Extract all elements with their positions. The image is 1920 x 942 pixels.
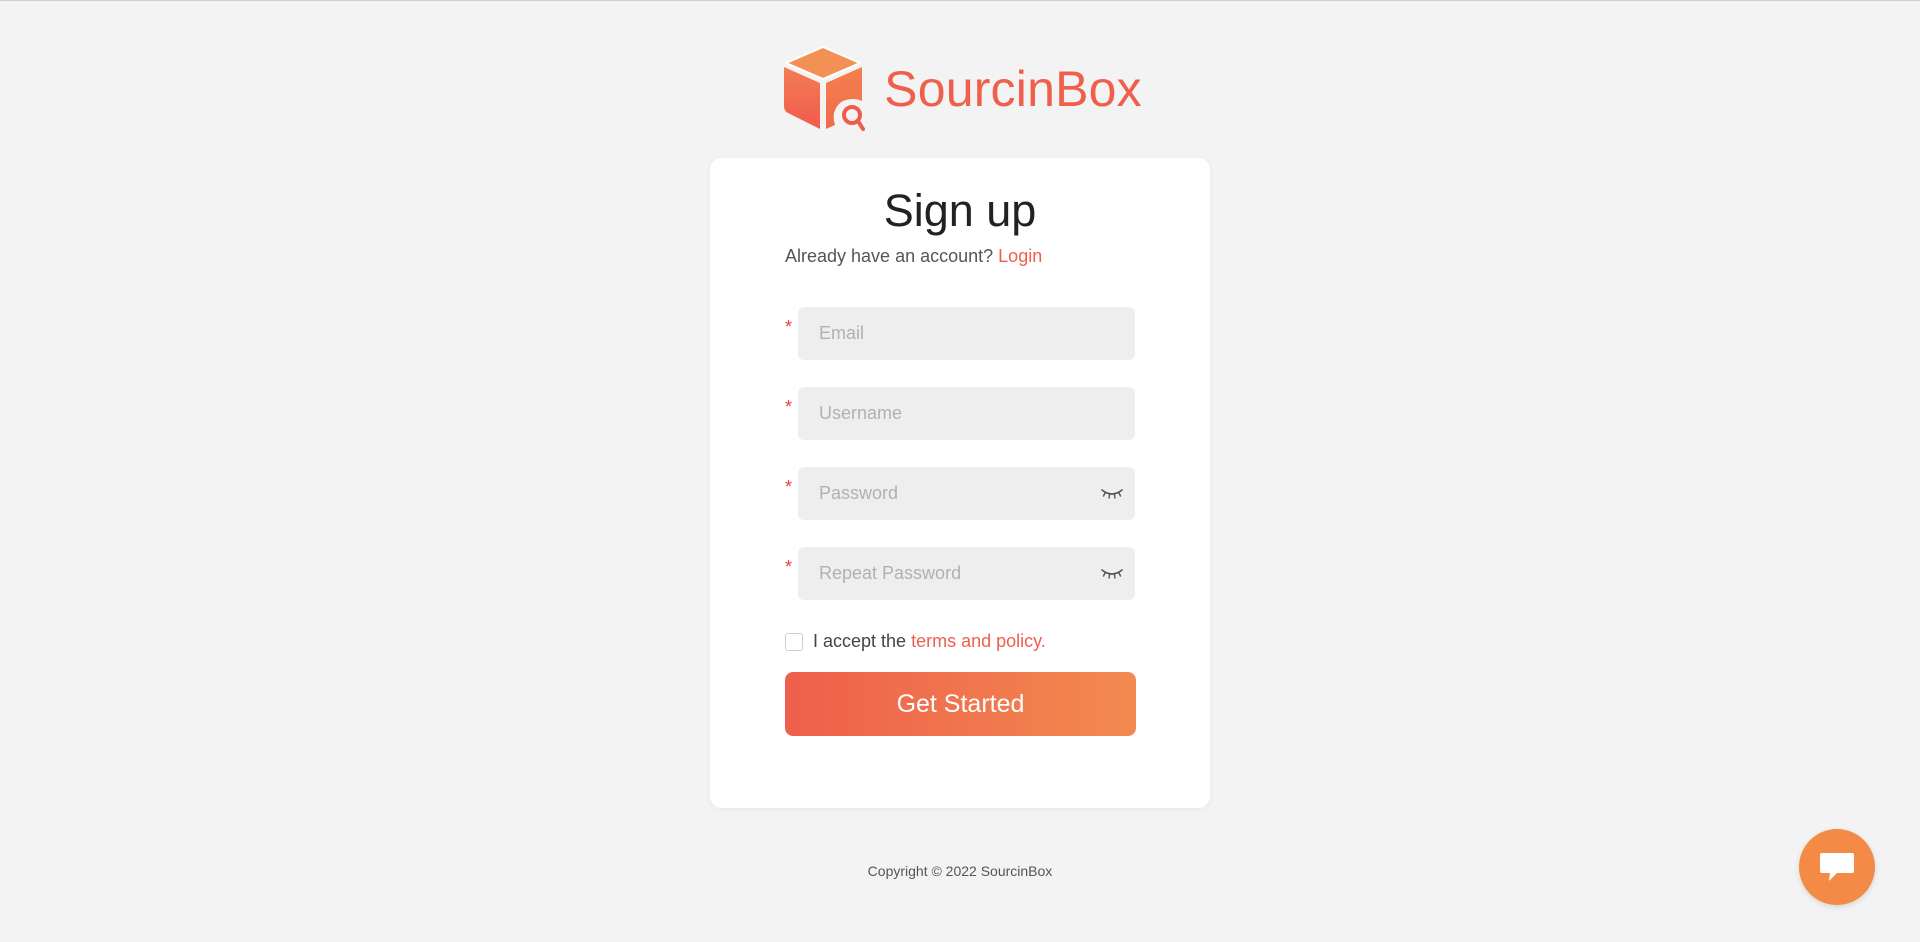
repeat-password-input[interactable] [798,547,1135,600]
email-input[interactable] [798,307,1135,360]
page-title: Sign up [883,185,1037,236]
required-marker: * [785,557,793,577]
login-prompt-line: Already have an account? Login [785,246,1042,267]
cube-search-icon [784,46,866,131]
brand-logo-group: SourcinBox [778,43,1142,133]
eye-closed-icon[interactable] [1100,564,1124,582]
chat-bubble-icon [1820,853,1854,881]
repeat-password-row: * [785,547,1136,600]
email-row: * [785,307,1136,360]
password-row: * [785,467,1136,520]
login-link[interactable]: Login [998,246,1042,266]
username-row: * [785,387,1136,440]
terms-link[interactable]: terms and policy. [911,631,1046,652]
terms-prefix: I accept the [813,631,907,651]
terms-row: I accept the terms and policy. [785,631,1046,652]
eye-closed-icon[interactable] [1100,484,1124,502]
chat-button[interactable] [1799,829,1875,905]
password-input[interactable] [798,467,1135,520]
login-prompt-text: Already have an account? [785,246,994,266]
required-marker: * [785,317,793,337]
brand-name: SourcinBox [884,61,1142,117]
brand-logo: SourcinBox [0,43,1920,133]
required-marker: * [785,397,793,417]
required-marker: * [785,477,793,497]
get-started-button[interactable]: Get Started [785,672,1136,736]
terms-checkbox[interactable] [785,632,803,651]
username-input[interactable] [798,387,1135,440]
copyright-text: Copyright © 2022 SourcinBox [867,863,1053,879]
signup-card: Sign up Already have an account? Login *… [710,158,1210,808]
